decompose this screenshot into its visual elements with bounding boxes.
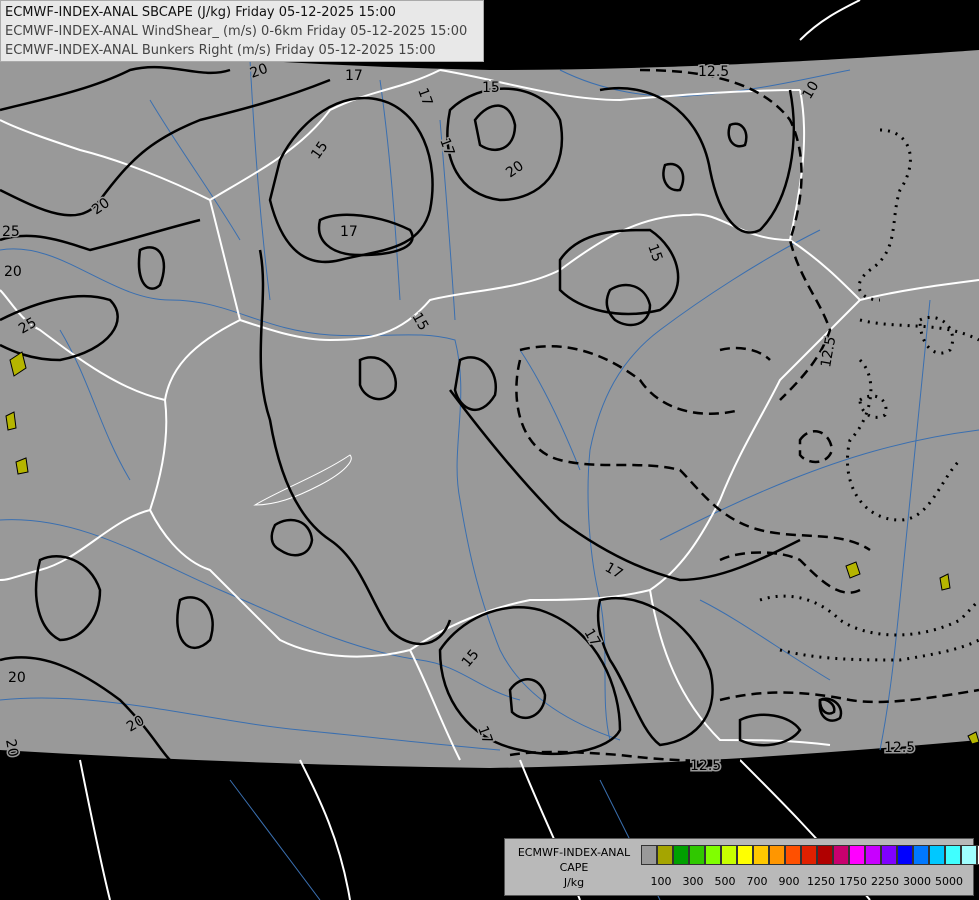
legend-tick: 2250 (871, 875, 899, 888)
cape-legend: ECMWF-INDEX-ANAL CAPE J/kg 100 300 500 700 9… (504, 838, 979, 896)
contour-label: 12.5 (690, 758, 721, 774)
legend-unit: J/kg (563, 876, 585, 889)
legend-swatch (801, 845, 817, 865)
legend-color-scale (641, 845, 979, 865)
contour-label: 15 (482, 80, 500, 96)
legend-swatch (705, 845, 721, 865)
legend-swatch (641, 845, 657, 865)
legend-tick: 100 (650, 875, 672, 888)
legend-tick-labels: 100 300 500 700 900 1250 1750 2250 3000 5000 (639, 875, 971, 891)
legend-swatch (673, 845, 689, 865)
legend-swatch (849, 845, 865, 865)
legend-swatch (833, 845, 849, 865)
contour-label: 12.5 (698, 64, 729, 80)
title-line-bunkers: ECMWF-INDEX-ANAL Bunkers Right (m/s) Fri… (5, 43, 436, 58)
cape-blob-2 (5, 411, 17, 431)
legend-swatch (865, 845, 881, 865)
contour-label: 12.5 (884, 740, 915, 756)
legend-tick: 3000 (903, 875, 931, 888)
legend-tick: 500 (714, 875, 736, 888)
legend-swatch (881, 845, 897, 865)
legend-swatch (689, 845, 705, 865)
legend-swatch (817, 845, 833, 865)
map-canvas: 20 17 17 15 20 25 20 25 15 20 17 15 17 1… (0, 0, 979, 900)
legend-field: CAPE (559, 861, 589, 874)
legend-swatch (913, 845, 929, 865)
legend-tick: 1750 (839, 875, 867, 888)
legend-model: ECMWF-INDEX-ANAL (517, 846, 631, 859)
model-domain (0, 0, 979, 768)
legend-swatch (769, 845, 785, 865)
map-title-box: ECMWF-INDEX-ANAL SBCAPE (J/kg) Friday 05… (0, 0, 484, 62)
legend-swatch (929, 845, 945, 865)
legend-tick: 300 (682, 875, 704, 888)
legend-swatch (657, 845, 673, 865)
legend-label: ECMWF-INDEX-ANAL CAPE J/kg (509, 845, 639, 890)
legend-swatch (785, 845, 801, 865)
title-line-sbcape: ECMWF-INDEX-ANAL SBCAPE (J/kg) Friday 05… (5, 5, 396, 20)
contour-label: 20 (8, 670, 26, 686)
legend-tick: 700 (746, 875, 768, 888)
legend-swatch (721, 845, 737, 865)
title-line-windshear: ECMWF-INDEX-ANAL WindShear_ (m/s) 0-6km … (5, 24, 468, 39)
contour-label: 17 (345, 68, 363, 84)
legend-swatch (961, 845, 977, 865)
legend-swatch (737, 845, 753, 865)
legend-swatch (753, 845, 769, 865)
legend-tick: 900 (778, 875, 800, 888)
legend-swatch (897, 845, 913, 865)
contour-label: 20 (4, 264, 22, 280)
contour-label: 17 (340, 224, 358, 240)
map-frame: 20 17 17 15 20 25 20 25 15 20 17 15 17 1… (0, 0, 979, 900)
contour-label: 25 (2, 224, 20, 240)
legend-swatch (945, 845, 961, 865)
legend-tick: 5000 (935, 875, 963, 888)
contour-label: 20 (2, 738, 21, 758)
legend-tick: 1250 (807, 875, 835, 888)
